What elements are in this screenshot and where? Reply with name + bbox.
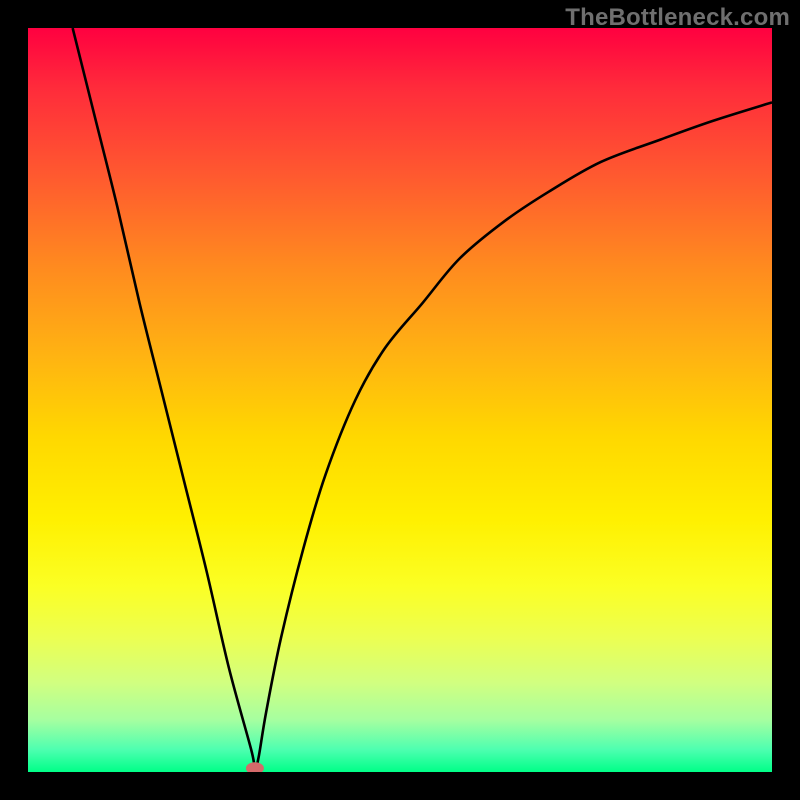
watermark-text: TheBottleneck.com <box>565 4 790 32</box>
optimum-point-marker <box>246 762 264 772</box>
curve-svg <box>28 28 772 772</box>
plot-area <box>28 28 772 772</box>
chart-container: TheBottleneck.com <box>0 0 800 800</box>
bottleneck-curve <box>73 28 772 769</box>
